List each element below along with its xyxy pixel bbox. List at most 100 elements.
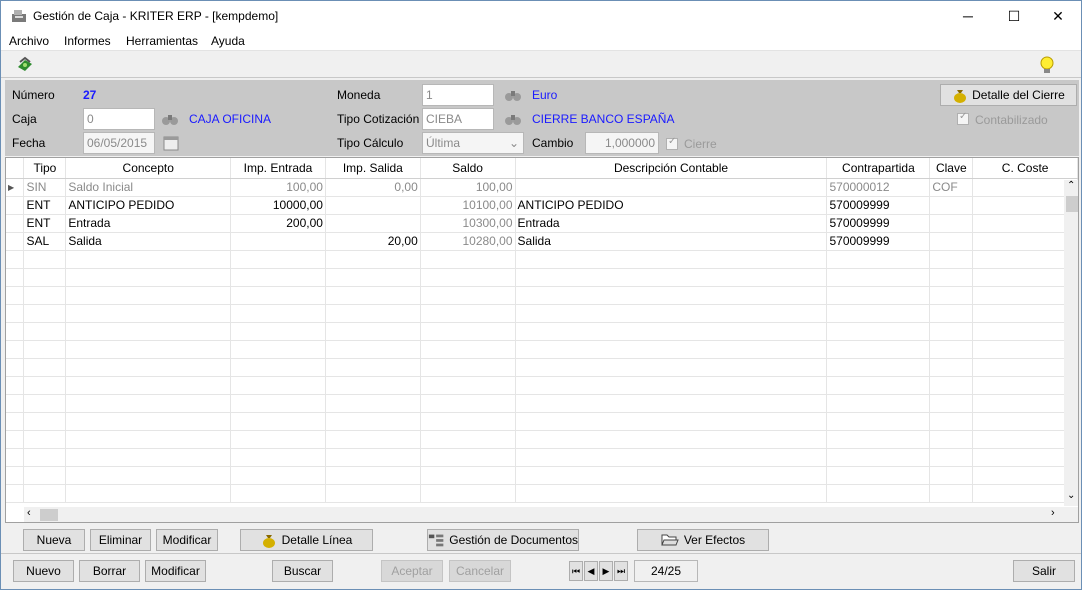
column-header[interactable]: Saldo bbox=[420, 158, 516, 179]
cell-c-coste[interactable] bbox=[972, 196, 1078, 215]
cell-contrapartida[interactable]: 570009999 bbox=[826, 196, 931, 215]
cell-clave[interactable] bbox=[929, 214, 974, 233]
cell-descripcion[interactable]: Entrada bbox=[515, 214, 828, 233]
cell-c-coste[interactable] bbox=[972, 214, 1078, 233]
cell-clave[interactable] bbox=[929, 232, 974, 251]
caja-field[interactable]: 0 bbox=[83, 108, 155, 130]
close-button[interactable]: ✕ bbox=[1035, 1, 1081, 31]
cell-concepto[interactable]: Entrada bbox=[65, 214, 232, 233]
cell-descripcion[interactable]: ANTICIPO PEDIDO bbox=[515, 196, 828, 215]
cierre-checkbox[interactable]: ✓ bbox=[666, 136, 678, 150]
empty-row bbox=[6, 322, 1078, 341]
scroll-up-icon[interactable]: ⌃ bbox=[1067, 180, 1075, 191]
last-record-icon[interactable]: ⏭ bbox=[614, 561, 628, 581]
modificar-button[interactable]: Modificar bbox=[145, 560, 206, 582]
cancelar-button[interactable]: Cancelar bbox=[449, 560, 511, 582]
cell-saldo[interactable]: 100,00 bbox=[420, 178, 516, 197]
cell-tipo[interactable]: ENT bbox=[23, 214, 67, 233]
vertical-scrollbar[interactable]: ⌃ ⌄ bbox=[1064, 180, 1078, 506]
cell-tipo[interactable]: ENT bbox=[23, 196, 67, 215]
contabilizado-checkbox[interactable]: ✓ bbox=[957, 111, 969, 125]
nuevo-button[interactable]: Nuevo bbox=[13, 560, 74, 582]
menu-informes[interactable]: Informes bbox=[64, 34, 111, 48]
cell-tipo[interactable]: SAL bbox=[23, 232, 67, 251]
maximize-button[interactable]: ☐ bbox=[991, 1, 1037, 31]
detalle-cierre-button[interactable]: Detalle del Cierre bbox=[940, 84, 1077, 106]
cell-saldo[interactable]: 10100,00 bbox=[420, 196, 516, 215]
scroll-right-icon[interactable]: › bbox=[1051, 507, 1055, 519]
cell-concepto[interactable]: Salida bbox=[65, 232, 232, 251]
cell-c-coste[interactable] bbox=[972, 232, 1078, 251]
column-header[interactable]: Tipo bbox=[23, 158, 67, 179]
cell-contrapartida[interactable]: 570009999 bbox=[826, 214, 931, 233]
detalle-linea-button[interactable]: Detalle Línea bbox=[240, 529, 373, 551]
buscar-button[interactable]: Buscar bbox=[272, 560, 333, 582]
column-header[interactable]: Imp. Entrada bbox=[230, 158, 326, 179]
cell-contrapartida[interactable]: 570000012 bbox=[826, 178, 931, 197]
cell-saldo[interactable]: 10300,00 bbox=[420, 214, 516, 233]
cell-descripcion[interactable] bbox=[515, 178, 828, 197]
eliminar-line-button[interactable]: Eliminar bbox=[90, 529, 151, 551]
empty-row bbox=[6, 376, 1078, 395]
cell-imp-entrada[interactable]: 100,00 bbox=[230, 178, 326, 197]
tipo-calculo-select[interactable]: Última ⌄ bbox=[422, 132, 524, 154]
column-header[interactable]: Clave bbox=[929, 158, 974, 179]
cell-concepto[interactable]: Saldo Inicial bbox=[65, 178, 232, 197]
binoculars-icon[interactable] bbox=[504, 110, 522, 128]
binoculars-icon[interactable] bbox=[161, 110, 179, 128]
gestion-documentos-button[interactable]: Gestión de Documentos bbox=[427, 529, 579, 551]
cell-imp-entrada[interactable] bbox=[230, 232, 326, 251]
column-header[interactable]: Contrapartida bbox=[826, 158, 931, 179]
fecha-field[interactable]: 06/05/2015 bbox=[83, 132, 155, 154]
tipo-cotizacion-field[interactable]: CIEBA bbox=[422, 108, 494, 130]
cell-clave[interactable]: COF bbox=[929, 178, 974, 197]
table-row[interactable]: ENT Entrada 200,00 10300,00 Entrada 5700… bbox=[6, 214, 1078, 233]
previous-record-icon[interactable]: ◀ bbox=[584, 561, 598, 581]
table-row[interactable]: SAL Salida 20,00 10280,00 Salida 5700099… bbox=[6, 232, 1078, 251]
modificar-line-button[interactable]: Modificar bbox=[156, 529, 218, 551]
table-row[interactable]: ENT ANTICIPO PEDIDO 10000,00 10100,00 AN… bbox=[6, 196, 1078, 215]
column-header[interactable]: C. Coste bbox=[972, 158, 1078, 179]
cell-imp-salida[interactable]: 0,00 bbox=[325, 178, 421, 197]
cell-clave[interactable] bbox=[929, 196, 974, 215]
salir-button[interactable]: Salir bbox=[1013, 560, 1075, 582]
cell-imp-entrada[interactable]: 200,00 bbox=[230, 214, 326, 233]
minimize-button[interactable]: ─ bbox=[945, 1, 991, 31]
documents-tree-icon bbox=[428, 534, 444, 547]
menu-archivo[interactable]: Archivo bbox=[9, 34, 49, 48]
vertical-scroll-thumb[interactable] bbox=[1066, 196, 1078, 212]
cell-imp-entrada[interactable]: 10000,00 bbox=[230, 196, 326, 215]
cell-imp-salida[interactable] bbox=[325, 214, 421, 233]
next-record-icon[interactable]: ▶ bbox=[599, 561, 613, 581]
scroll-left-icon[interactable]: ‹ bbox=[27, 507, 31, 519]
first-record-icon[interactable]: ⏮ bbox=[569, 561, 583, 581]
calendar-icon[interactable] bbox=[162, 134, 180, 152]
scroll-down-icon[interactable]: ⌄ bbox=[1067, 490, 1075, 501]
lightbulb-icon[interactable] bbox=[1038, 55, 1056, 75]
borrar-button[interactable]: Borrar bbox=[79, 560, 140, 582]
accounting-icon[interactable] bbox=[16, 56, 34, 74]
cell-tipo[interactable]: SIN bbox=[23, 178, 67, 197]
binoculars-icon[interactable] bbox=[504, 86, 522, 104]
cell-c-coste[interactable] bbox=[972, 178, 1078, 197]
cell-concepto[interactable]: ANTICIPO PEDIDO bbox=[65, 196, 232, 215]
column-header[interactable]: Descripción Contable bbox=[515, 158, 828, 179]
ver-efectos-button[interactable]: Ver Efectos bbox=[637, 529, 769, 551]
cell-descripcion[interactable]: Salida bbox=[515, 232, 828, 251]
horizontal-scrollbar[interactable]: ‹ › bbox=[24, 507, 1078, 522]
cell-imp-salida[interactable] bbox=[325, 196, 421, 215]
horizontal-scroll-thumb[interactable] bbox=[40, 509, 58, 521]
row-indicator bbox=[6, 214, 25, 233]
nueva-line-button[interactable]: Nueva bbox=[23, 529, 85, 551]
column-header[interactable]: Concepto bbox=[65, 158, 232, 179]
column-header[interactable]: Imp. Salida bbox=[325, 158, 421, 179]
cell-contrapartida[interactable]: 570009999 bbox=[826, 232, 931, 251]
table-row[interactable]: ▶ SIN Saldo Inicial 100,00 0,00 100,00 5… bbox=[6, 178, 1078, 197]
aceptar-button[interactable]: Aceptar bbox=[381, 560, 443, 582]
cell-saldo[interactable]: 10280,00 bbox=[420, 232, 516, 251]
menu-herramientas[interactable]: Herramientas bbox=[126, 34, 198, 48]
moneda-field[interactable]: 1 bbox=[422, 84, 494, 106]
cell-imp-salida[interactable]: 20,00 bbox=[325, 232, 421, 251]
menu-ayuda[interactable]: Ayuda bbox=[211, 34, 245, 48]
cambio-field[interactable]: 1,000000 bbox=[585, 132, 659, 154]
